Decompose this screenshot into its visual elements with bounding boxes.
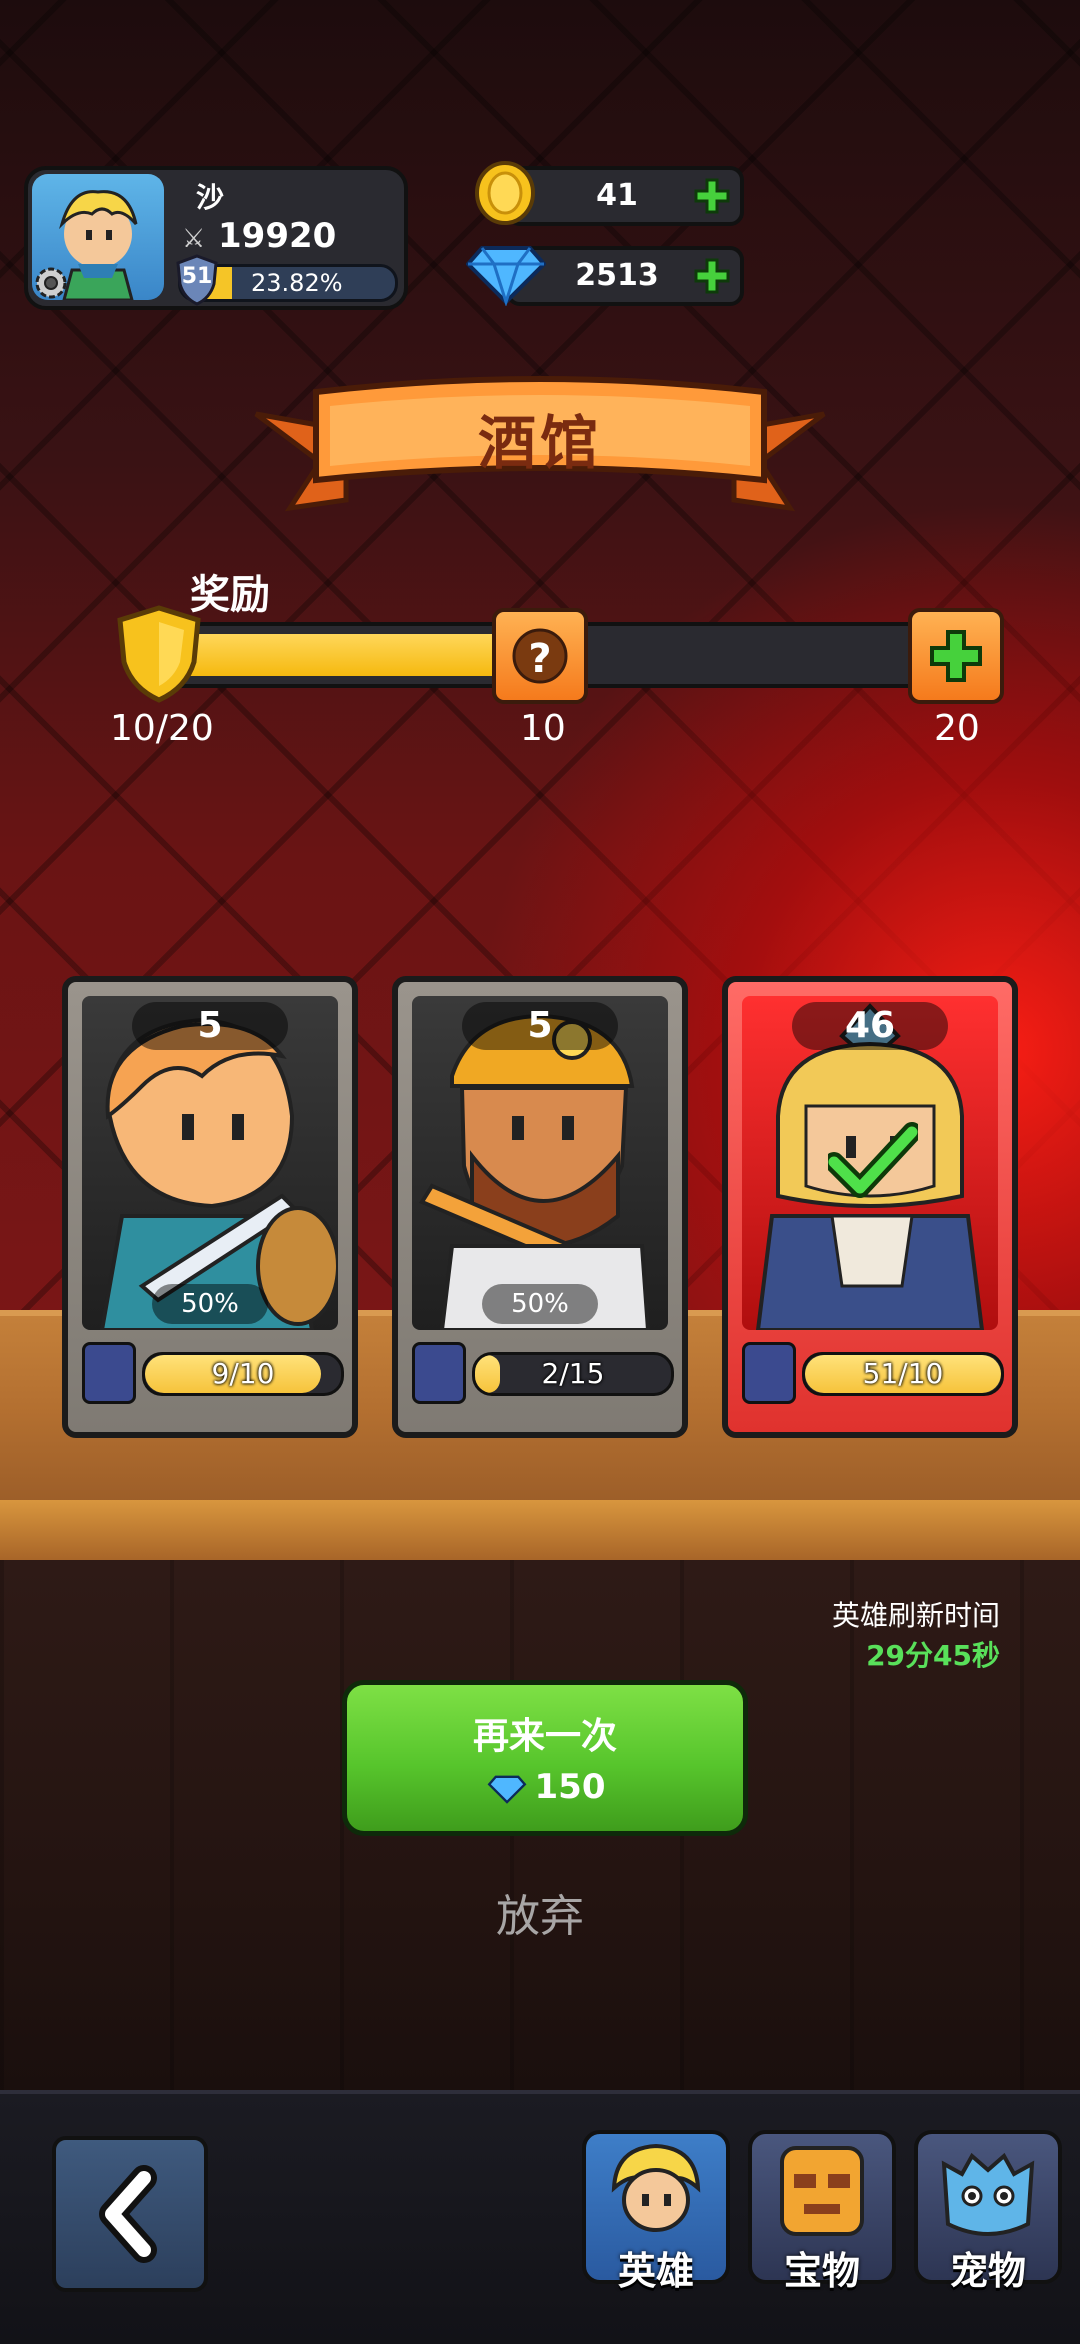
player-profile[interactable]: 沙 ⚔ 19920 23.82% 51 <box>24 166 408 310</box>
player-name: 沙 <box>196 181 225 214</box>
add-gold-plus-icon[interactable] <box>692 176 732 216</box>
xp-percent: 23.82% <box>251 269 343 297</box>
table-edge <box>0 1500 1080 1568</box>
reward-progress-fill <box>164 634 544 676</box>
sword-icon: ⚔ <box>182 224 206 254</box>
retry-label: 再来一次 <box>472 1716 617 1757</box>
refresh-timer: 29分45秒 <box>866 1639 1000 1672</box>
gold-value: 41 <box>596 178 638 213</box>
hero-cards-icon <box>412 1342 466 1404</box>
hero-shard-count: 51/10 <box>862 1357 944 1390</box>
nav-heroes-label: 英雄 <box>617 2249 694 2293</box>
nav-treasures[interactable]: 宝物 <box>748 2130 896 2293</box>
reward-progress-text: 10/20 <box>110 708 214 749</box>
nav-treasures-label: 宝物 <box>783 2249 860 2293</box>
hero-slot-reward[interactable] <box>908 608 1004 704</box>
retry-cost-value: 150 <box>534 1767 606 1807</box>
reward-tick-end: 20 <box>934 708 980 749</box>
hero-chance: 50% <box>152 1284 268 1324</box>
settings-gear-icon[interactable] <box>30 262 72 304</box>
refresh-label: 英雄刷新时间 <box>831 1599 1000 1632</box>
back-arrow-icon <box>99 2165 157 2263</box>
hero-level: 5 <box>132 1002 288 1050</box>
gem-value: 2513 <box>575 258 659 293</box>
shield-level-icon: 51 <box>174 254 220 306</box>
back-button[interactable] <box>52 2136 208 2292</box>
add-gems-plus-icon[interactable] <box>692 256 732 296</box>
hero-level: 5 <box>462 1002 618 1050</box>
hero-card-selected[interactable]: 46 51/10 <box>722 976 1018 1438</box>
power-value: 19920 <box>218 216 337 256</box>
nav-pets-label: 宠物 <box>949 2249 1026 2293</box>
page-title: 酒馆 <box>477 409 602 477</box>
gem-icon <box>487 1775 526 1804</box>
hero-shard-bar: 9/10 <box>142 1352 344 1396</box>
hero-shard-bar: 51/10 <box>802 1352 1004 1396</box>
hero-cards-icon <box>82 1342 136 1404</box>
treasure-mask-icon <box>780 2146 864 2236</box>
hero-level: 46 <box>792 1002 948 1050</box>
mystery-chest-icon: ? <box>512 628 568 684</box>
gold-counter: 41 <box>506 166 744 226</box>
checkmark-icon <box>828 1122 918 1198</box>
hero-cards-icon <box>742 1342 796 1404</box>
retry-button[interactable]: 再来一次 150 <box>342 1680 748 1836</box>
svg-text:?: ? <box>528 636 551 682</box>
plus-icon <box>930 630 982 682</box>
hero-chance: 50% <box>482 1284 598 1324</box>
gold-coin-icon <box>475 161 535 225</box>
nav-pets[interactable]: 宠物 <box>914 2130 1062 2293</box>
player-level: 51 <box>181 264 213 289</box>
give-up-button[interactable]: 放弃 <box>0 1880 1080 1944</box>
hero-card[interactable]: 5 50% 9/10 <box>62 976 358 1438</box>
hero-shard-count: 9/10 <box>211 1357 275 1390</box>
hero-card[interactable]: 5 50% 2/15 <box>392 976 688 1438</box>
hero-shard-bar: 2/15 <box>472 1352 674 1396</box>
pet-dragon-icon <box>941 2152 1035 2236</box>
gem-icon <box>466 246 546 306</box>
player-power: ⚔ 19920 <box>182 216 336 256</box>
shield-badge-icon <box>117 605 201 703</box>
nav-heroes[interactable]: 英雄 <box>582 2130 730 2293</box>
retry-cost: 150 <box>347 1767 743 1807</box>
hero-shard-count: 2/15 <box>541 1357 605 1390</box>
reward-tick-mid: 10 <box>520 708 566 749</box>
mystery-chest-reward[interactable]: ? <box>492 608 588 704</box>
hero-face-icon <box>611 2143 701 2232</box>
